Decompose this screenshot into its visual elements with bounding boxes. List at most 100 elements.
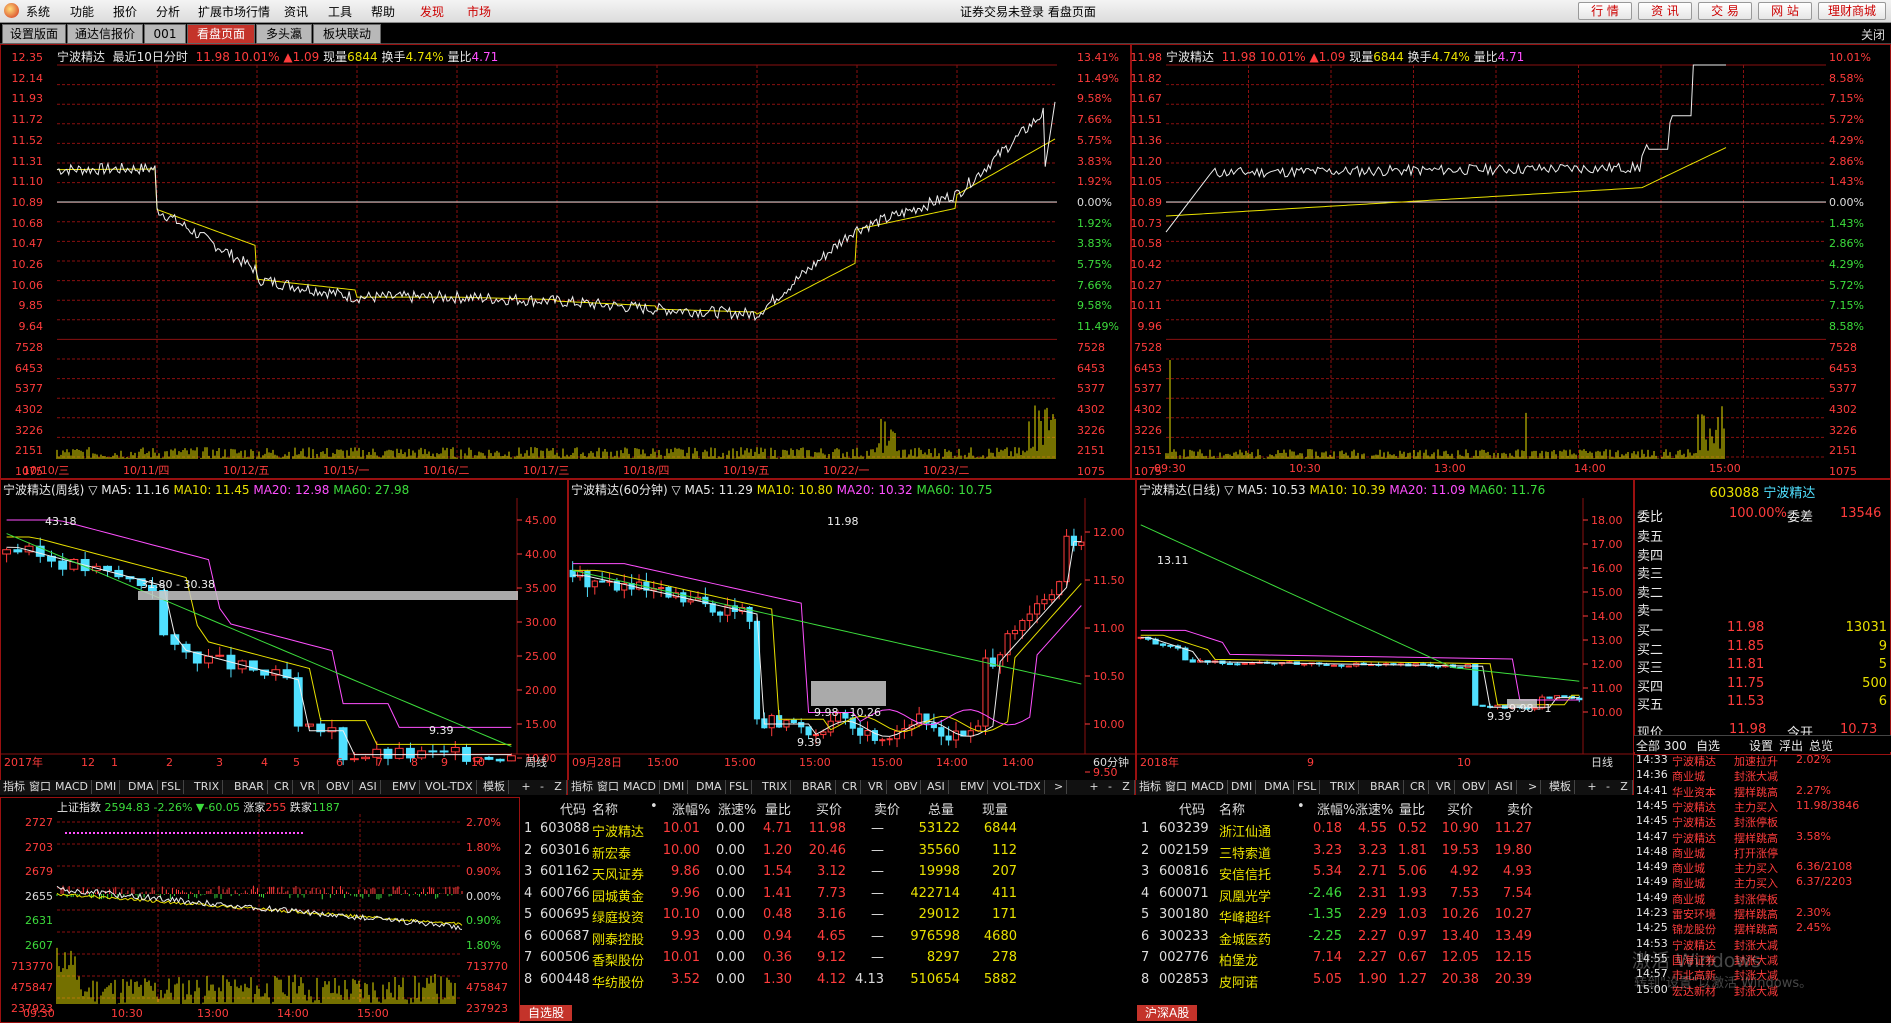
feed-tab-all[interactable]: 全部 300 [1636,737,1687,754]
column-header[interactable]: • [1297,799,1305,814]
column-header[interactable]: 涨速% [1355,799,1393,818]
indicator-tab[interactable]: OBV [1459,780,1490,794]
indicator-tab[interactable]: DMI [660,780,689,794]
column-header[interactable]: 现量 [982,799,1008,818]
indicator-tab[interactable]: MACD [52,780,92,794]
indicator-tab[interactable]: DMI [92,780,121,794]
button-finance-mall[interactable]: 理财商城 [1818,2,1886,20]
nav-button[interactable]: Z [550,780,567,794]
indicator-tab[interactable]: BRAR [1367,780,1404,794]
nav-button[interactable]: + [1086,780,1103,794]
indicator-tab[interactable]: BRAR [231,780,268,794]
indicator-tab[interactable]: MACD [620,780,660,794]
column-header[interactable]: • [650,799,658,814]
alert-stock[interactable]: 商业城 [1672,891,1705,907]
indicator-tab[interactable]: MACD [1188,780,1228,794]
feed-settings[interactable]: 设置 [1749,737,1773,754]
feed-tab-watchlist[interactable]: 自选 [1696,737,1720,754]
menu-info[interactable]: 资讯 [284,3,308,20]
button-market-quote[interactable]: 行 情 [1578,2,1632,20]
column-header[interactable]: 涨幅% [1317,799,1355,818]
alert-stock[interactable]: 商业城 [1672,860,1705,876]
tab-layout-settings[interactable]: 设置版面 [2,24,66,44]
menu-discover[interactable]: 发现 [420,3,444,20]
column-header[interactable]: 名称 [1219,799,1245,818]
indicator-tab[interactable]: 窗口 [26,780,55,794]
alert-stock[interactable]: 宁波精达 [1672,814,1716,830]
feed-overview[interactable]: 总览 [1809,737,1833,754]
indicator-tab[interactable]: ASI [1492,780,1517,794]
indicator-tab[interactable]: DMI [1228,780,1257,794]
alert-stock[interactable]: 商业城 [1672,845,1705,861]
column-header[interactable]: 代码 [560,799,586,818]
indicator-tab[interactable]: ASI [924,780,949,794]
indicator-tab[interactable]: DMA [125,780,158,794]
indicator-tab[interactable]: TRIX [191,780,224,794]
nav-button[interactable]: Z [1616,780,1633,794]
table-row[interactable]: 3 600816 安信信托 5.34 2.71 5.06 4.92 4.93 [1137,864,1632,884]
column-header[interactable]: 涨速% [718,799,756,818]
indicator-tab[interactable]: DMA [1261,780,1294,794]
indicator-tab[interactable]: OBV [323,780,354,794]
indicator-tab[interactable]: TRIX [1327,780,1360,794]
indicator-tab[interactable]: CR [271,780,294,794]
indicator-tab[interactable]: FSL [158,780,185,794]
feed-float[interactable]: 浮出 [1779,737,1803,754]
indicator-tab[interactable]: EMV [389,780,420,794]
menu-market[interactable]: 市场 [467,3,491,20]
menu-quote[interactable]: 报价 [113,3,137,20]
alert-stock[interactable]: 宁波精达 [1672,830,1716,846]
alert-stock[interactable]: 宁波精达 [1672,753,1716,769]
table-row[interactable]: 2 603016 新宏泰 10.00 0.00 1.20 20.46 — 35560 112 [520,843,1135,863]
menu-extended-market[interactable]: 扩展市场行情 [198,3,270,20]
nav-button[interactable]: - [534,780,551,794]
table-row[interactable]: 1 603239 浙江仙通 0.18 4.55 0.52 10.90 11.27 [1137,821,1632,841]
template-button[interactable]: 模板 [1546,780,1575,794]
menu-analysis[interactable]: 分析 [156,3,180,20]
ashare-tag[interactable]: 沪深A股 [1137,1005,1198,1021]
indicator-tab[interactable]: VOL-TDX [422,780,477,794]
tab-bull[interactable]: 多头瀛 [256,24,312,44]
column-header[interactable]: 代码 [1179,799,1205,818]
indicator-tab[interactable]: VR [297,780,320,794]
nav-button[interactable]: + [1584,780,1601,794]
tab-001[interactable]: 001 [144,24,186,44]
indicator-tab[interactable]: ASI [356,780,381,794]
table-row[interactable]: 2 002159 三特索道 3.23 3.23 1.81 19.53 19.80 [1137,843,1632,863]
table-row[interactable]: 6 600687 刚泰控股 9.93 0.00 0.94 4.65 — 976598 4680 [520,929,1135,949]
indicator-tab[interactable]: 窗口 [1162,780,1191,794]
indicator-tab[interactable]: DMA [693,780,726,794]
menu-system[interactable]: 系统 [26,3,50,20]
alert-stock[interactable]: 锦龙股份 [1672,921,1716,937]
nav-button[interactable]: - [1600,780,1617,794]
nav-button[interactable]: - [1102,780,1119,794]
table-row[interactable]: 6 300233 金城医药 -2.25 2.27 0.97 13.40 13.49 [1137,929,1632,949]
indicator-tab[interactable]: 指标 [568,780,597,794]
indicator-tab[interactable]: VR [1433,780,1456,794]
indicator-tab[interactable]: TRIX [759,780,792,794]
indicator-tab[interactable]: FSL [1294,780,1321,794]
table-row[interactable]: 8 600448 华纺股份 3.52 0.00 1.30 4.12 4.13 510654 588… [520,972,1135,992]
indicator-tab[interactable]: CR [1407,780,1430,794]
alert-stock[interactable]: 商业城 [1672,875,1705,891]
button-website[interactable]: 网 站 [1758,2,1812,20]
table-row[interactable]: 5 600695 绿庭投资 10.10 0.00 0.48 3.16 — 29012 171 [520,907,1135,927]
column-header[interactable]: 名称 [592,799,618,818]
alert-stock[interactable]: 商业城 [1672,768,1705,784]
nav-button[interactable]: Z [1118,780,1135,794]
indicator-tab[interactable]: FSL [726,780,753,794]
column-header[interactable]: 卖价 [874,799,900,818]
table-row[interactable]: 4 600071 凤凰光学 -2.46 2.31 1.93 7.53 7.54 [1137,886,1632,906]
alert-stock[interactable]: 雷安环境 [1672,906,1716,922]
table-row[interactable]: 4 600766 园城黄金 9.96 0.00 1.41 7.73 — 422714 411 [520,886,1135,906]
menu-help[interactable]: 帮助 [371,3,395,20]
button-trade[interactable]: 交 易 [1698,2,1752,20]
tab-sector-link[interactable]: 板块联动 [313,24,381,44]
column-header[interactable]: 涨幅% [672,799,710,818]
column-header[interactable]: 量比 [765,799,791,818]
button-news[interactable]: 资 讯 [1638,2,1692,20]
indicator-tab[interactable]: 窗口 [594,780,623,794]
column-header[interactable]: 卖价 [1507,799,1533,818]
table-row[interactable]: 7 002776 柏堡龙 7.14 2.27 0.67 12.05 12.15 [1137,950,1632,970]
table-row[interactable]: 5 300180 华峰超纤 -1.35 2.29 1.03 10.26 10.27 [1137,907,1632,927]
